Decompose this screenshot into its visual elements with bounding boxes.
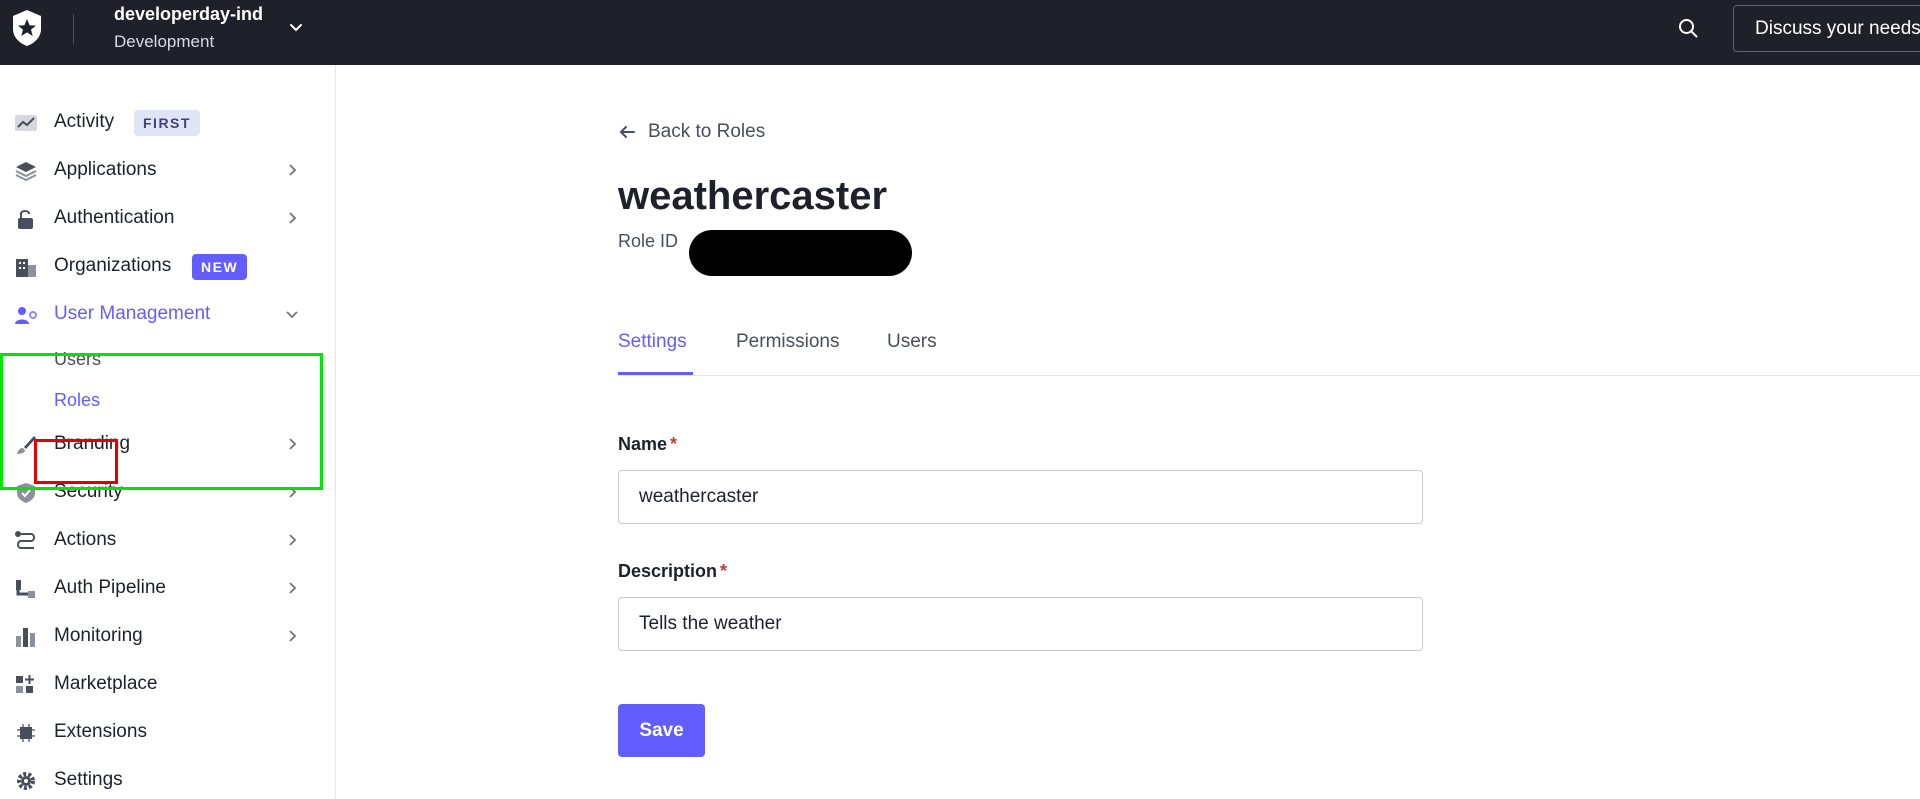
save-button[interactable]: Save — [618, 704, 705, 757]
grid-plus-icon — [16, 675, 34, 693]
sidebar-item-label: Marketplace — [54, 673, 158, 694]
description-field-label: Description * — [618, 559, 727, 583]
lock-icon — [18, 210, 33, 229]
chevron-right-icon — [289, 212, 297, 224]
shield-icon — [17, 483, 35, 503]
new-badge: NEW — [192, 254, 248, 280]
sidebar-item-applications[interactable]: Applications — [0, 150, 320, 190]
tab-bar: Settings Permissions Users — [618, 324, 1920, 376]
tenant-switcher[interactable]: developerday-ind Development — [114, 2, 263, 54]
sidebar-item-settings[interactable]: Settings — [0, 760, 320, 799]
top-bar: developerday-ind Development Discuss you… — [0, 0, 1920, 65]
sidebar-item-label: Activity — [54, 111, 115, 132]
building-icon — [16, 259, 36, 277]
sidebar-item-extensions[interactable]: Extensions — [0, 712, 320, 752]
users-gear-icon — [15, 307, 37, 324]
top-divider — [73, 14, 74, 44]
auth0-logo-icon[interactable] — [10, 9, 44, 47]
sidebar-item-label: User Management — [54, 303, 211, 324]
name-input[interactable] — [618, 470, 1423, 524]
role-id-label: Role ID — [618, 231, 679, 251]
arrow-left-icon — [619, 126, 635, 138]
sidebar-item-security[interactable]: Security — [0, 472, 320, 512]
chevron-right-icon — [289, 438, 297, 450]
name-label-text: Name — [618, 434, 668, 454]
first-badge: FIRST — [134, 110, 200, 136]
sidebar-item-activity[interactable]: Activity FIRST — [0, 102, 320, 142]
chevron-down-icon[interactable] — [287, 18, 305, 36]
name-field-label: Name * — [618, 432, 677, 456]
sidebar-item-label: Applications — [54, 159, 157, 180]
sidebar-item-authentication[interactable]: Authentication — [0, 198, 320, 238]
sidebar-subitem-roles[interactable]: Roles — [54, 388, 100, 412]
sidebar-item-label: Settings — [54, 769, 123, 790]
sidebar-item-label: Authentication — [54, 207, 175, 228]
chip-icon — [17, 724, 35, 742]
chevron-right-icon — [289, 164, 297, 176]
sidebar-item-user-management[interactable]: User Management — [0, 294, 320, 334]
page-title: weathercaster — [618, 174, 888, 218]
chevron-right-icon — [289, 582, 297, 594]
pipeline-icon — [16, 580, 35, 598]
sidebar-item-label: Security — [54, 481, 123, 502]
bar-chart-icon — [16, 628, 35, 647]
role-id-redaction — [689, 230, 912, 276]
back-link-label: Back to Roles — [648, 121, 766, 142]
tab-settings[interactable]: Settings — [618, 330, 687, 354]
sidebar-item-label: Auth Pipeline — [54, 577, 166, 598]
sidebar-subitem-users[interactable]: Users — [54, 347, 101, 371]
tenant-environment: Development — [114, 32, 215, 51]
sidebar: Activity FIRST Applications Authenticati… — [0, 65, 336, 799]
brush-icon — [17, 436, 36, 454]
required-mark: * — [670, 434, 678, 454]
sidebar-item-label: Extensions — [54, 721, 147, 742]
tab-permissions[interactable]: Permissions — [736, 330, 839, 354]
sidebar-item-organizations[interactable]: Organizations NEW — [0, 246, 320, 286]
sidebar-item-label: Monitoring — [54, 625, 143, 646]
back-to-roles-link[interactable]: Back to Roles — [618, 121, 765, 143]
sidebar-item-marketplace[interactable]: Marketplace — [0, 664, 320, 704]
sidebar-item-monitoring[interactable]: Monitoring — [0, 616, 320, 656]
sidebar-item-auth-pipeline[interactable]: Auth Pipeline — [0, 568, 320, 608]
search-icon[interactable] — [1677, 17, 1699, 39]
sidebar-item-label: Actions — [54, 529, 117, 550]
sidebar-item-branding[interactable]: Branding — [0, 424, 320, 464]
tenant-name: developerday-ind — [114, 4, 264, 24]
sidebar-item-label: Branding — [54, 433, 131, 454]
gear-icon — [17, 772, 35, 790]
chevron-right-icon — [289, 534, 297, 546]
chevron-right-icon — [289, 630, 297, 642]
description-input[interactable] — [618, 597, 1423, 651]
activity-icon — [15, 115, 37, 131]
required-mark: * — [720, 561, 728, 581]
layers-icon — [15, 162, 37, 182]
chevron-right-icon — [289, 486, 297, 498]
tab-users[interactable]: Users — [887, 330, 937, 354]
discuss-needs-button[interactable]: Discuss your needs — [1733, 5, 1920, 52]
flow-icon — [15, 531, 35, 549]
sidebar-item-actions[interactable]: Actions — [0, 520, 320, 560]
description-label-text: Description — [618, 561, 718, 581]
chevron-down-icon — [286, 311, 298, 319]
annotation-green-box — [0, 353, 323, 490]
tab-active-indicator — [618, 372, 693, 375]
sidebar-item-label: Organizations — [54, 255, 172, 276]
